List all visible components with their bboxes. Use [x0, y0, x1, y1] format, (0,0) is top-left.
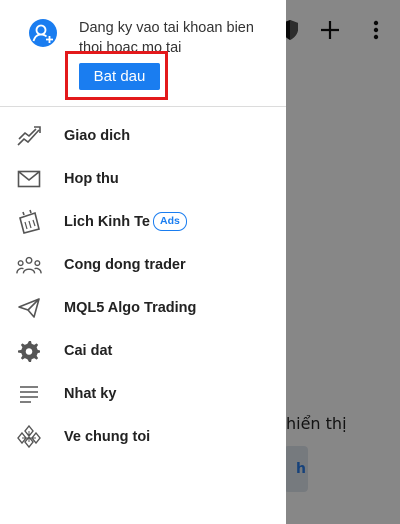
about-logo-icon: [16, 424, 42, 450]
gear-icon: [16, 338, 42, 364]
navigation-drawer: Dang ky vao tai khoan bien thoi hoac mo …: [0, 0, 286, 524]
menu-item-mailbox[interactable]: Hop thu: [0, 157, 286, 200]
calendar-icon: [16, 209, 42, 235]
menu-item-label: Nhat ky: [64, 385, 117, 402]
menu-item-economic-calendar[interactable]: Lich Kinh Te Ads: [0, 200, 286, 243]
send-icon: [16, 295, 42, 321]
menu-item-trade[interactable]: Giao dich: [0, 114, 286, 157]
menu-item-label: Cong dong trader: [64, 256, 186, 273]
menu-item-label: Giao dich: [64, 127, 131, 144]
menu-item-label: MQL5 Algo Trading: [64, 299, 197, 316]
highlight-box: [65, 51, 168, 100]
menu-item-label: Hop thu: [64, 170, 119, 187]
trade-chart-icon: [16, 123, 42, 149]
menu-item-label: Lich Kinh Te: [64, 213, 150, 230]
divider: [0, 106, 286, 107]
mail-icon: [16, 166, 42, 192]
journal-icon: [16, 381, 42, 407]
menu-item-label: Ve chung toi: [64, 428, 151, 445]
ads-badge: Ads: [153, 212, 187, 231]
menu-item-mql5-algo-trading[interactable]: MQL5 Algo Trading: [0, 286, 286, 329]
community-icon: [16, 252, 42, 278]
menu-item-label: Cai dat: [64, 342, 113, 359]
menu-item-about-us[interactable]: Ve chung toi: [0, 415, 286, 458]
menu-item-journal[interactable]: Nhat ky: [0, 372, 286, 415]
menu-item-settings[interactable]: Cai dat: [0, 329, 286, 372]
add-user-icon[interactable]: [29, 19, 57, 47]
menu-item-trader-community[interactable]: Cong dong trader: [0, 243, 286, 286]
